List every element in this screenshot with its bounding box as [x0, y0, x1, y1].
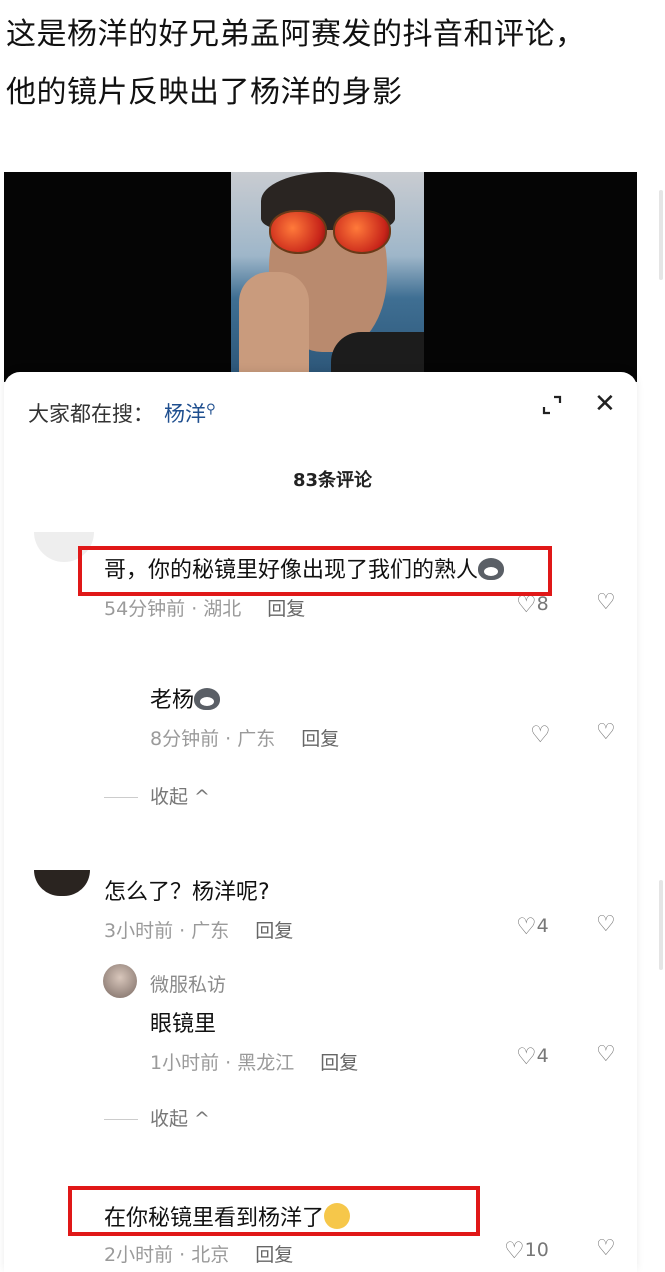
expand-icon[interactable]: [540, 393, 564, 417]
reply-button[interactable]: 回复: [320, 1052, 358, 1074]
reply-button[interactable]: 回复: [267, 598, 305, 620]
avatar[interactable]: [103, 964, 137, 998]
reply-button[interactable]: 回复: [255, 1244, 293, 1266]
heart-icon: ♡: [516, 914, 537, 940]
comments-sheet: [4, 372, 637, 1272]
close-icon[interactable]: ✕: [594, 391, 616, 417]
comment-meta: 54分钟前 · 湖北 回复: [104, 598, 306, 620]
search-icon: ⚲: [206, 402, 216, 417]
heart-icon: ♡: [516, 1044, 537, 1070]
comment-meta: 3小时前 · 广东 回复: [104, 920, 294, 942]
like-button[interactable]: ♡10: [504, 1238, 549, 1264]
highlight-box-1: [78, 546, 552, 596]
reply-button[interactable]: 回复: [255, 920, 293, 942]
comment-meta: 1小时前 · 黑龙江 回复: [150, 1052, 359, 1074]
comment-text: 怎么了？杨洋呢?: [104, 880, 270, 905]
search-suggestion[interactable]: 大家都在搜： 杨洋⚲: [28, 398, 216, 428]
video-frame-image: [231, 172, 424, 382]
dislike-icon[interactable]: ♡: [596, 1236, 616, 1261]
comment-count: 83条评论: [292, 470, 373, 491]
scrollbar[interactable]: [659, 190, 663, 280]
dislike-icon[interactable]: ♡: [596, 912, 616, 937]
comment-meta: 8分钟前 · 广东 回复: [150, 728, 340, 750]
like-button[interactable]: ♡4: [516, 1044, 549, 1070]
like-button[interactable]: ♡: [530, 722, 551, 748]
caption-line-2: 他的镜片反映出了杨洋的身影: [6, 75, 403, 110]
collapse-button[interactable]: 收起 ^: [104, 1104, 210, 1131]
reply-button[interactable]: 回复: [301, 728, 339, 750]
username[interactable]: 微服私访: [150, 970, 226, 997]
video-thumbnail[interactable]: [4, 172, 637, 382]
cat-emoji-icon: [194, 688, 221, 710]
highlight-box-2: [68, 1186, 480, 1236]
post-caption: 这是杨洋的好兄弟孟阿赛发的抖音和评论， 他的镜片反映出了杨洋的身影: [6, 6, 656, 122]
dislike-icon[interactable]: ♡: [596, 590, 616, 615]
heart-icon: ♡: [504, 1238, 525, 1264]
search-label: 大家都在搜：: [28, 402, 154, 426]
caption-line-1: 这是杨洋的好兄弟孟阿赛发的抖音和评论，: [6, 17, 586, 52]
comment-text: 老杨: [150, 682, 221, 714]
collapse-button[interactable]: 收起 ^: [104, 782, 210, 809]
like-button[interactable]: ♡4: [516, 914, 549, 940]
dislike-icon[interactable]: ♡: [596, 1042, 616, 1067]
search-keyword[interactable]: 杨洋: [164, 402, 206, 426]
scrollbar-lower[interactable]: [659, 880, 663, 970]
heart-icon: ♡: [530, 722, 551, 748]
comment-text: 眼镜里: [150, 1012, 217, 1037]
dislike-icon[interactable]: ♡: [596, 720, 616, 745]
